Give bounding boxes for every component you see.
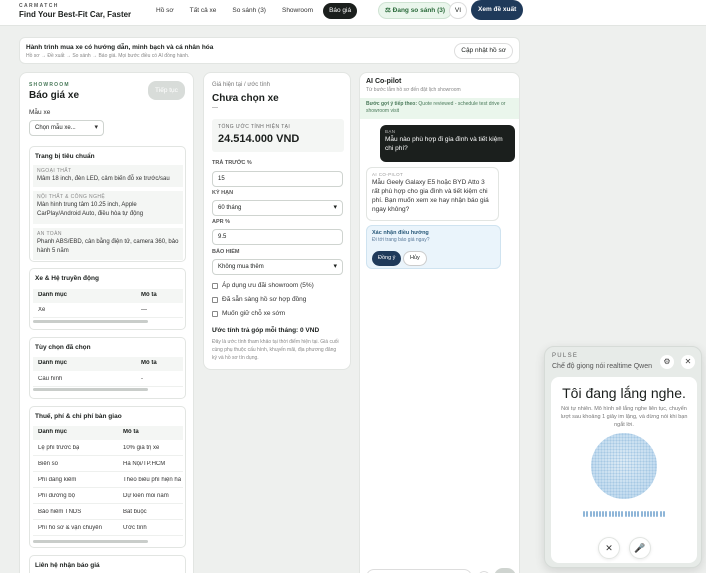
brand-title[interactable]: Find Your Best-Fit Car, Faster: [19, 10, 131, 19]
price-summary-card: Giá hiện tại / ước tính Chưa chọn xe — T…: [203, 72, 351, 370]
journey-title: Hành trình mua xe có hướng dẫn, minh bạc…: [26, 44, 214, 51]
update-profile-button[interactable]: Cập nhật hồ sơ: [454, 43, 513, 59]
contact-section: Liên hệ nhận báo giá: [29, 555, 186, 573]
confirm-yes-button[interactable]: Đồng ý: [372, 251, 402, 266]
ai-message: AI CO-PILOT Mẫu Geely Galaxy E5 hoặc BYD…: [366, 167, 499, 221]
table-row: Lệ phí trước bạ 10% giá trị xe: [33, 442, 183, 456]
fees-section: Thuế, phí & chi phí bàn giao Danh mục Mô…: [29, 406, 186, 548]
journey-banner: Hành trình mua xe có hướng dẫn, minh bạc…: [19, 37, 520, 64]
continue-button[interactable]: Tiếp tục: [148, 81, 185, 100]
microphone-icon[interactable]: 🎤: [629, 537, 651, 559]
apr-input[interactable]: 9.5: [212, 229, 343, 245]
main-nav: Hồ sơ Tất cả xe So sánh (3) Showroom Báo…: [150, 3, 358, 19]
spec-interior: NỘI THẤT & CÔNG NGHỆ Màn hình trung tâm …: [33, 191, 183, 224]
monthly-estimate: Ước tính trả góp mỗi tháng: 0 VND: [212, 327, 320, 334]
table-row: Phí hồ sơ & vận chuyển Ước tính: [33, 522, 183, 536]
top-bar: CARMATCH Find Your Best-Fit Car, Faster …: [0, 0, 706, 26]
section-title: Tùy chọn đã chọn: [35, 344, 91, 351]
next-step-banner: Bước gợi ý tiếp theo: Quote reviewed - s…: [360, 98, 519, 119]
term-label: KỲ HẠN: [212, 190, 234, 196]
nav-showroom[interactable]: Showroom: [276, 3, 319, 19]
total-label: TỔNG ƯỚC TÍNH HIỆN TẠI: [218, 124, 291, 130]
voice-orb: [591, 433, 657, 499]
summary-eyebrow: Giá hiện tại / ước tính: [212, 82, 270, 88]
pulse-brand: PULSE: [552, 353, 579, 359]
options-section: Tùy chọn đã chọn Danh mục Mô tả Cấu hình…: [29, 337, 186, 399]
term-select[interactable]: 60 tháng: [212, 200, 343, 216]
table-row: Xe —: [33, 304, 183, 318]
language-toggle[interactable]: VI: [449, 2, 467, 19]
disclaimer: Đây là ước tính tham khảo tại thời điểm …: [212, 339, 339, 361]
listening-description: Nói tự nhiên. Mô hình sẽ lắng nghe liên …: [560, 406, 688, 428]
section-title: Liên hệ nhận báo giá: [35, 562, 100, 569]
vehicle-section: Xe & Hệ truyền động Danh mục Mô tả Xe —: [29, 268, 186, 330]
listening-heading: Tôi đang lắng nghe.: [562, 385, 686, 401]
total-value: 24.514.000 VND: [218, 133, 300, 145]
model-select[interactable]: Chọn mẫu xe...: [29, 120, 104, 136]
close-icon[interactable]: ✕: [681, 355, 695, 369]
compare-icon: ⚖: [385, 7, 393, 14]
audio-level-bars: [582, 511, 666, 518]
voice-panel: PULSE Chế độ giọng nói realtime Qwen ⚙ ✕…: [544, 346, 702, 568]
standard-equipment-section: Trang bị tiêu chuẩn NGOẠI THẤT Mâm 18 in…: [29, 146, 186, 262]
journey-subtitle: Hồ sơ → Đề xuất → So sánh → Báo giá. Mọi…: [26, 53, 190, 59]
copilot-title: AI Co-pilot: [366, 78, 402, 85]
table-header: Danh mục Mô tả: [33, 426, 183, 440]
table-row: Phí đường bộ Dự kiến mỗi năm: [33, 490, 183, 504]
section-title: Trang bị tiêu chuẩn: [35, 153, 95, 160]
nav-quote[interactable]: Báo giá: [323, 3, 358, 19]
send-button[interactable]: [494, 568, 516, 573]
quote-builder-card: SHOWROOM Báo giá xe Tiếp tục Mẫu xe Chọn…: [19, 72, 194, 573]
section-title: Thuế, phí & chi phí bàn giao: [35, 413, 122, 420]
total-box: TỔNG ƯỚC TÍNH HIỆN TẠI 24.514.000 VND: [212, 119, 344, 152]
horizontal-scrollbar[interactable]: [33, 320, 148, 323]
confirm-cancel-button[interactable]: Hủy: [403, 251, 427, 266]
quote-title: Báo giá xe: [29, 90, 80, 101]
settings-icon[interactable]: ⚙: [660, 355, 674, 369]
chat-input[interactable]: [366, 569, 472, 573]
table-header: Danh mục Mô tả: [33, 289, 183, 303]
summary-title: Chưa chọn xe: [212, 93, 279, 104]
navigation-confirm: Xác nhận điều hướng Đi tới trang báo giá…: [366, 225, 501, 269]
horizontal-scrollbar[interactable]: [33, 540, 148, 543]
user-message: BẠN Mẫu nào phù hợp đi gia đình và tiết …: [380, 125, 515, 162]
nav-compare[interactable]: So sánh (3): [226, 3, 272, 19]
section-title: Xe & Hệ truyền động: [35, 275, 99, 282]
table-row: Bảo hiểm TNDS Bắt buộc: [33, 506, 183, 520]
table-row: Phí đăng kiểm Theo biểu phí hiện hà: [33, 474, 183, 488]
quote-eyebrow: SHOWROOM: [29, 82, 70, 88]
contract-ready-checkbox[interactable]: Đã sẵn sàng hồ sơ hợp đồng: [212, 296, 306, 303]
horizontal-scrollbar[interactable]: [33, 388, 148, 391]
spec-safety: AN TOÀN Phanh ABS/EBD, cân bằng điện tử,…: [33, 228, 183, 260]
model-label: Mẫu xe: [29, 109, 51, 116]
brand-eyebrow: CARMATCH: [19, 3, 59, 9]
table-row: Cấu hình -: [33, 373, 183, 387]
showroom-discount-checkbox[interactable]: Áp dụng ưu đãi showroom (5%): [212, 282, 314, 289]
apr-label: APR %: [212, 219, 231, 225]
nav-profile[interactable]: Hồ sơ: [150, 3, 180, 19]
down-payment-input[interactable]: 15: [212, 171, 343, 187]
comparing-button[interactable]: ⚖ Đang so sánh (3): [378, 2, 453, 19]
copilot-card: AI Co-pilot Từ bước lắm hồ sơ đến đặt lị…: [359, 72, 520, 573]
table-row: Biển số Hà Nội/TP.HCM: [33, 458, 183, 472]
insurance-label: BẢO HIỂM: [212, 249, 240, 255]
view-recommendations-button[interactable]: Xem đề xuất: [471, 0, 524, 20]
down-payment-label: TRẢ TRƯỚC %: [212, 160, 252, 166]
insurance-select[interactable]: Không mua thêm: [212, 259, 343, 275]
end-voice-button[interactable]: ✕: [598, 537, 620, 559]
listening-area: Tôi đang lắng nghe. Nói tự nhiên. Mô hìn…: [551, 377, 697, 563]
spec-exterior: NGOẠI THẤT Mâm 18 inch, đèn LED, cảm biế…: [33, 165, 183, 187]
pulse-mode: Chế độ giọng nói realtime Qwen: [552, 363, 653, 370]
summary-dash: —: [212, 105, 218, 111]
copilot-subtitle: Từ bước lắm hồ sơ đến đặt lịch showroom: [366, 87, 461, 93]
reserve-car-checkbox[interactable]: Muốn giữ chỗ xe sớm: [212, 310, 285, 317]
table-header: Danh mục Mô tả: [33, 357, 183, 371]
nav-all-cars[interactable]: Tất cả xe: [184, 3, 223, 19]
